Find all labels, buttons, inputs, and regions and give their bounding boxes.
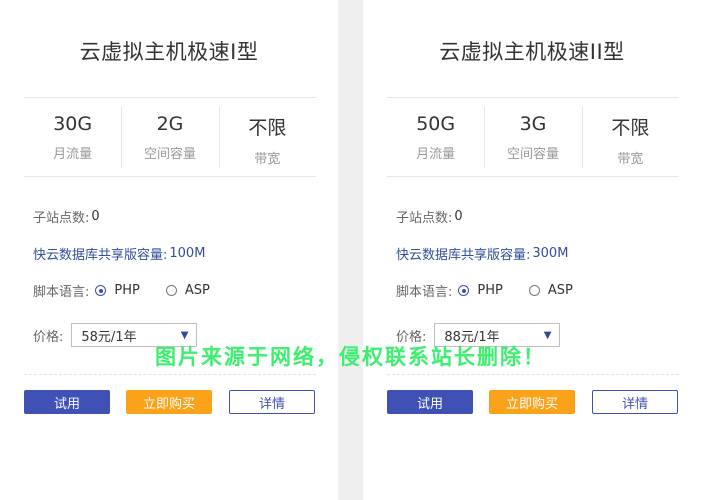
- caret-down-icon[interactable]: ▼: [181, 330, 189, 341]
- price-label: 价格:: [33, 329, 64, 345]
- radio-empty-icon[interactable]: [165, 285, 177, 296]
- radio-asp-label: ASP: [184, 283, 210, 298]
- spec-label: 带宽: [254, 152, 281, 167]
- price-row: 价格: 88元/1年 ▼: [396, 323, 561, 347]
- buy-now-button[interactable]: 立即购买: [126, 390, 212, 414]
- subsites-row: 子站点数: 0: [33, 207, 100, 226]
- spec-bandwidth: 不限 带宽: [581, 98, 679, 176]
- database-value: 300M: [532, 246, 569, 261]
- spec-label: 空间容量: [143, 147, 196, 162]
- spec-value: 不限: [611, 117, 650, 139]
- database-row: 快云数据库共享版容量: 100M: [33, 244, 205, 263]
- price-selected-value: 88元/1年: [444, 329, 500, 345]
- spec-storage: 3G 空间容量: [484, 98, 581, 176]
- spec-value: 30G: [53, 113, 93, 135]
- price-select[interactable]: 58元/1年 ▼: [71, 323, 198, 347]
- details-button[interactable]: 详情: [592, 390, 678, 414]
- caret-down-icon[interactable]: ▼: [544, 330, 552, 341]
- database-label: 快云数据库共享版容量:: [396, 248, 531, 263]
- radio-php-label: PHP: [114, 283, 140, 298]
- price-selected-value: 58元/1年: [81, 329, 137, 345]
- script-language-row: 脚本语言: PHP ASP: [396, 281, 593, 300]
- spec-traffic: 30G 月流量: [24, 98, 121, 176]
- subsites-value: 0: [454, 209, 463, 224]
- price-select[interactable]: 88元/1年 ▼: [434, 323, 561, 347]
- hosting-plan-card-1: 云虚拟主机极速I型 30G 月流量 2G 空间容量 不限 带宽 子站点数: 0 …: [0, 0, 338, 500]
- try-button[interactable]: 试用: [24, 390, 110, 414]
- spec-label: 月流量: [416, 147, 456, 162]
- language-label: 脚本语言:: [33, 285, 90, 300]
- radio-empty-icon[interactable]: [528, 285, 540, 296]
- radio-asp-label: ASP: [547, 283, 573, 298]
- radio-php[interactable]: PHP: [95, 283, 140, 298]
- divider: [387, 374, 679, 375]
- spec-label: 月流量: [53, 147, 93, 162]
- hosting-plan-card-2: 云虚拟主机极速II型 50G 月流量 3G 空间容量 不限 带宽 子站点数: 0…: [363, 0, 701, 500]
- price-row: 价格: 58元/1年 ▼: [33, 323, 198, 347]
- script-language-row: 脚本语言: PHP ASP: [33, 281, 230, 300]
- details-button[interactable]: 详情: [229, 390, 315, 414]
- spec-value: 2G: [156, 113, 184, 135]
- radio-php-label: PHP: [477, 283, 503, 298]
- spec-label: 带宽: [617, 152, 644, 167]
- subsites-label: 子站点数:: [396, 211, 453, 226]
- radio-asp[interactable]: ASP: [165, 283, 210, 298]
- plan-specs: 30G 月流量 2G 空间容量 不限 带宽: [24, 97, 316, 177]
- language-label: 脚本语言:: [396, 285, 453, 300]
- spec-bandwidth: 不限 带宽: [218, 98, 316, 176]
- plan-specs: 50G 月流量 3G 空间容量 不限 带宽: [387, 97, 679, 177]
- buy-now-button[interactable]: 立即购买: [489, 390, 575, 414]
- subsites-row: 子站点数: 0: [396, 207, 463, 226]
- radio-php[interactable]: PHP: [458, 283, 503, 298]
- radio-selected-icon[interactable]: [95, 285, 107, 296]
- plan-title: 云虚拟主机极速II型: [439, 40, 625, 64]
- spec-value: 3G: [519, 113, 547, 135]
- try-button[interactable]: 试用: [387, 390, 473, 414]
- spec-value: 50G: [416, 113, 456, 135]
- plan-title: 云虚拟主机极速I型: [79, 40, 259, 64]
- spec-storage: 2G 空间容量: [121, 98, 218, 176]
- database-label: 快云数据库共享版容量:: [33, 248, 168, 263]
- price-label: 价格:: [396, 329, 427, 345]
- spec-traffic: 50G 月流量: [387, 98, 484, 176]
- spec-value: 不限: [248, 117, 287, 139]
- divider: [24, 374, 316, 375]
- radio-selected-icon[interactable]: [458, 285, 470, 296]
- subsites-value: 0: [91, 209, 100, 224]
- database-row: 快云数据库共享版容量: 300M: [396, 244, 568, 263]
- spec-label: 空间容量: [506, 147, 559, 162]
- subsites-label: 子站点数:: [33, 211, 90, 226]
- radio-asp[interactable]: ASP: [528, 283, 573, 298]
- database-value: 100M: [169, 246, 206, 261]
